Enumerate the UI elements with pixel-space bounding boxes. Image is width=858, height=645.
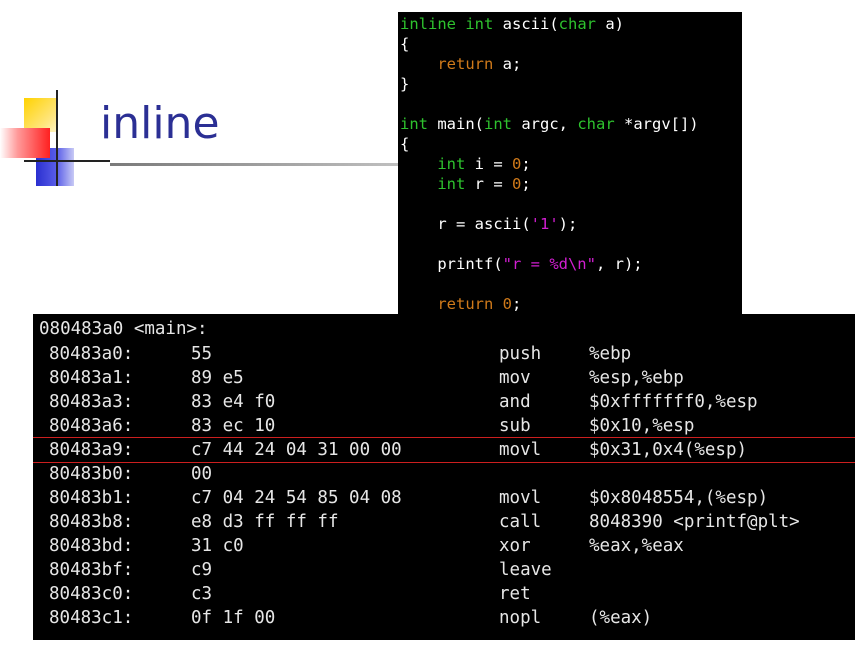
function-label: 080483a0 <main>: — [39, 319, 208, 339]
asm-address: 80483b1: — [49, 488, 134, 508]
asm-operands: %esp,%ebp — [589, 368, 684, 388]
source-code-panel: inline int ascii(char a) { return a; } i… — [398, 12, 742, 314]
asm-address: 80483bd: — [49, 536, 134, 556]
asm-bytes: 83 e4 f0 — [191, 392, 276, 412]
asm-mnemonic: mov — [499, 368, 531, 388]
asm-row: 80483b1: c7 04 24 54 85 04 08 movl $0x80… — [33, 486, 855, 510]
code-line: } — [400, 75, 410, 93]
code-line: inline int ascii(char a) — [400, 15, 624, 33]
asm-row: 80483a6: 83 ec 10 sub $0x10,%esp — [33, 414, 855, 438]
asm-operands: (%eax) — [589, 608, 653, 628]
asm-bytes: e8 d3 ff ff ff — [191, 512, 339, 532]
asm-mnemonic: movl — [499, 488, 542, 508]
code-line: return 0; — [437, 295, 522, 313]
asm-row-highlighted: 80483a9: c7 44 24 04 31 00 00 movl $0x31… — [33, 438, 855, 462]
asm-address: 80483b8: — [49, 512, 134, 532]
asm-mnemonic: nopl — [499, 608, 542, 628]
asm-address: 80483b0: — [49, 464, 134, 484]
asm-bytes: 89 e5 — [191, 368, 244, 388]
asm-address: 80483c0: — [49, 584, 134, 604]
logo-red-bar — [0, 128, 50, 158]
logo-yellow-square — [24, 98, 58, 132]
asm-operands: $0x8048554,(%esp) — [589, 488, 769, 508]
asm-mnemonic: call — [499, 512, 542, 532]
asm-address: 80483a0: — [49, 344, 134, 364]
asm-operands: $0xfffffff0,%esp — [589, 392, 758, 412]
asm-mnemonic: xor — [499, 536, 531, 556]
asm-row: 80483bd: 31 c0 xor %eax,%eax — [33, 534, 855, 558]
asm-address: 80483a3: — [49, 392, 134, 412]
code-line: { — [400, 35, 410, 53]
asm-row: 80483b0: 00 — [33, 462, 855, 486]
asm-bytes: 55 — [191, 344, 213, 364]
asm-address: 80483a6: — [49, 416, 134, 436]
asm-row: 80483c0: c3 ret — [33, 582, 855, 606]
asm-mnemonic: sub — [499, 416, 531, 436]
code-line: int main(int argc, char *argv[]) — [400, 115, 699, 133]
asm-address: 80483a1: — [49, 368, 134, 388]
asm-operands: %ebp — [589, 344, 632, 364]
asm-address: 80483c1: — [49, 608, 134, 628]
asm-row: 80483a3: 83 e4 f0 and $0xfffffff0,%esp — [33, 390, 855, 414]
asm-bytes: 83 ec 10 — [191, 416, 276, 436]
asm-bytes: 00 — [191, 464, 213, 484]
logo-horizontal-line — [24, 160, 110, 162]
asm-row: 80483b8: e8 d3 ff ff ff call 8048390 <pr… — [33, 510, 855, 534]
logo-vertical-line — [56, 90, 58, 186]
asm-row: 80483a1: 89 e5 mov %esp,%ebp — [33, 366, 855, 390]
slide-title: inline — [100, 98, 220, 149]
asm-operands: 8048390 <printf@plt> — [589, 512, 800, 532]
asm-mnemonic: and — [499, 392, 531, 412]
asm-bytes: c7 04 24 54 85 04 08 — [191, 488, 402, 508]
code-line: return a; — [437, 55, 522, 73]
asm-bytes: c7 44 24 04 31 00 00 — [191, 440, 402, 460]
code-line: r = ascii('1'); — [400, 215, 578, 233]
asm-bytes: c3 — [191, 584, 213, 604]
asm-address: 80483bf: — [49, 560, 134, 580]
asm-bytes: 31 c0 — [191, 536, 244, 556]
asm-operands: $0x31,0x4(%esp) — [589, 440, 748, 460]
asm-bytes: c9 — [191, 560, 213, 580]
asm-mnemonic: movl — [499, 440, 542, 460]
asm-row: 80483a0: 55 push %ebp — [33, 342, 855, 366]
disassembly-panel: 080483a0 <main>: 80483a0: 55 push %ebp 8… — [33, 314, 855, 640]
title-underline — [110, 163, 400, 166]
slide-bullet-logo — [0, 88, 110, 188]
asm-mnemonic: leave — [499, 560, 552, 580]
asm-operands: $0x10,%esp — [589, 416, 695, 436]
asm-operands: %eax,%eax — [589, 536, 684, 556]
asm-address: 80483a9: — [49, 440, 134, 460]
asm-bytes: 0f 1f 00 — [191, 608, 276, 628]
code-line: { — [400, 135, 410, 153]
asm-row: 80483bf: c9 leave — [33, 558, 855, 582]
asm-row: 80483c1: 0f 1f 00 nopl (%eax) — [33, 606, 855, 630]
code-line: int i = 0; — [437, 155, 531, 173]
code-line: printf("r = %d\n", r); — [400, 255, 643, 273]
asm-mnemonic: ret — [499, 584, 531, 604]
asm-mnemonic: push — [499, 344, 542, 364]
code-line: int r = 0; — [437, 175, 531, 193]
